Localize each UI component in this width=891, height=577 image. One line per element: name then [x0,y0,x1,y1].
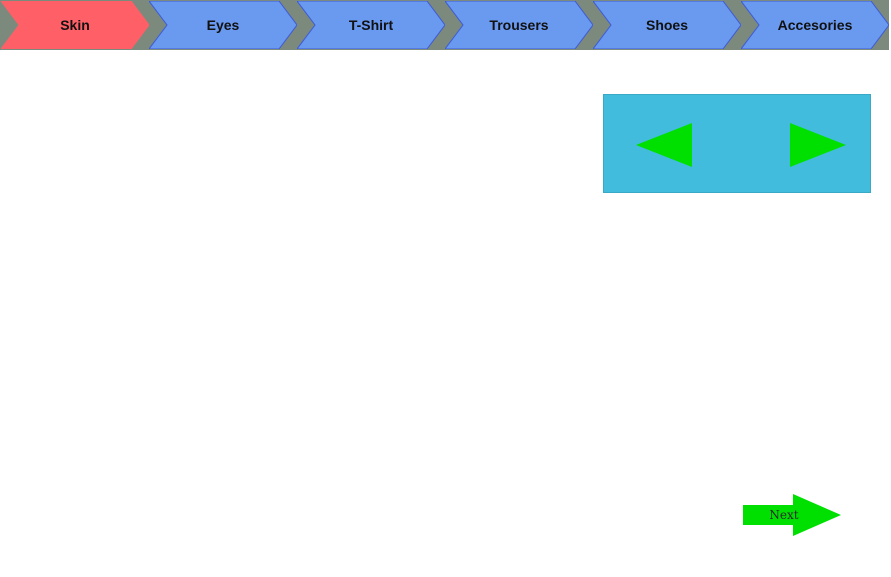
step-t-shirt[interactable]: T-Shirt [297,1,445,49]
triangle-right-icon [790,123,846,167]
chevron-step-shape [149,1,297,49]
step-accesories[interactable]: Accesories [741,1,889,49]
chevron-step-shape [593,1,741,49]
next-button[interactable]: Next [743,494,843,537]
triangle-left-icon [636,123,692,167]
chevron-step-shape [297,1,445,49]
step-shoes[interactable]: Shoes [593,1,741,49]
step-bar: Skin Eyes T-Shirt Trousers Shoes Accesor… [0,0,889,50]
option-selector-panel [603,94,871,193]
step-skin[interactable]: Skin [1,1,149,49]
next-option-button[interactable] [790,123,846,167]
app-stage: Skin Eyes T-Shirt Trousers Shoes Accesor… [0,0,891,577]
previous-option-button[interactable] [636,123,692,167]
step-trousers[interactable]: Trousers [445,1,593,49]
chevron-step-shape [741,1,889,49]
chevron-step-shape [1,1,149,49]
chevron-step-shape [445,1,593,49]
arrow-right-icon [743,494,841,536]
step-eyes[interactable]: Eyes [149,1,297,49]
